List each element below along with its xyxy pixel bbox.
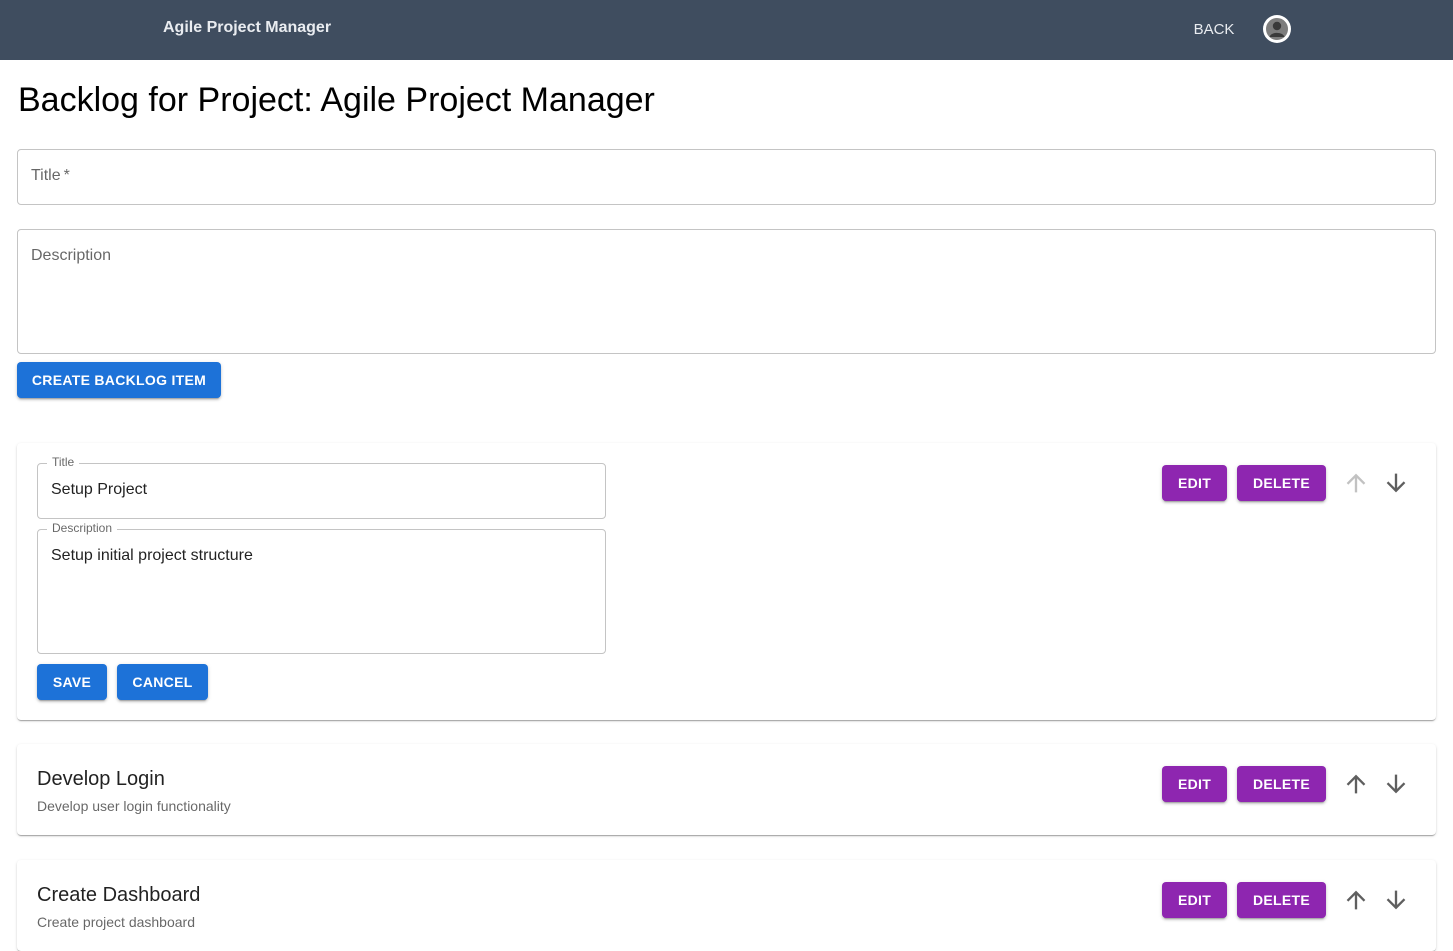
- edit-button[interactable]: EDIT: [1162, 766, 1227, 802]
- save-button[interactable]: SAVE: [37, 664, 107, 700]
- arrow-up-icon[interactable]: [1342, 770, 1370, 798]
- edit-description-field[interactable]: Description Setup initial project struct…: [37, 521, 606, 654]
- backlog-item-card: Develop Login Develop user login functio…: [17, 744, 1436, 835]
- edit-title-field[interactable]: Title Setup Project: [37, 455, 606, 519]
- delete-button[interactable]: DELETE: [1237, 882, 1326, 918]
- create-description-field[interactable]: Description: [17, 229, 1436, 354]
- backlog-item-card: Title Setup Project Description Setup in…: [17, 443, 1436, 720]
- item-title: Develop Login: [37, 768, 165, 790]
- create-description-input[interactable]: [18, 230, 1435, 353]
- item-title: Create Dashboard: [37, 884, 201, 906]
- delete-button[interactable]: DELETE: [1237, 766, 1326, 802]
- delete-button[interactable]: DELETE: [1237, 465, 1326, 501]
- arrow-up-icon: [1342, 469, 1370, 497]
- app-bar: Agile Project Manager BACK: [0, 0, 1453, 60]
- create-title-field[interactable]: Title *: [17, 149, 1436, 205]
- page-title: Backlog for Project: Agile Project Manag…: [18, 81, 655, 119]
- item-description: Create project dashboard: [37, 914, 195, 930]
- arrow-up-icon[interactable]: [1342, 886, 1370, 914]
- edit-button[interactable]: EDIT: [1162, 465, 1227, 501]
- arrow-down-icon[interactable]: [1382, 469, 1410, 497]
- user-avatar-icon[interactable]: [1263, 15, 1291, 43]
- app-title: Agile Project Manager: [163, 19, 332, 36]
- create-title-input[interactable]: [18, 150, 1435, 204]
- arrow-down-icon[interactable]: [1382, 886, 1410, 914]
- item-description: Develop user login functionality: [37, 798, 231, 814]
- edit-description-value[interactable]: Setup initial project structure: [51, 547, 253, 565]
- edit-title-label: Title: [47, 455, 80, 469]
- back-button[interactable]: BACK: [1180, 14, 1248, 46]
- edit-button[interactable]: EDIT: [1162, 882, 1227, 918]
- backlog-item-card: Create Dashboard Create project dashboar…: [17, 860, 1436, 951]
- arrow-down-icon[interactable]: [1382, 770, 1410, 798]
- cancel-button[interactable]: CANCEL: [117, 664, 208, 700]
- edit-title-value[interactable]: Setup Project: [51, 481, 147, 499]
- create-backlog-item-button[interactable]: CREATE BACKLOG ITEM: [17, 362, 221, 398]
- edit-description-label: Description: [47, 521, 118, 535]
